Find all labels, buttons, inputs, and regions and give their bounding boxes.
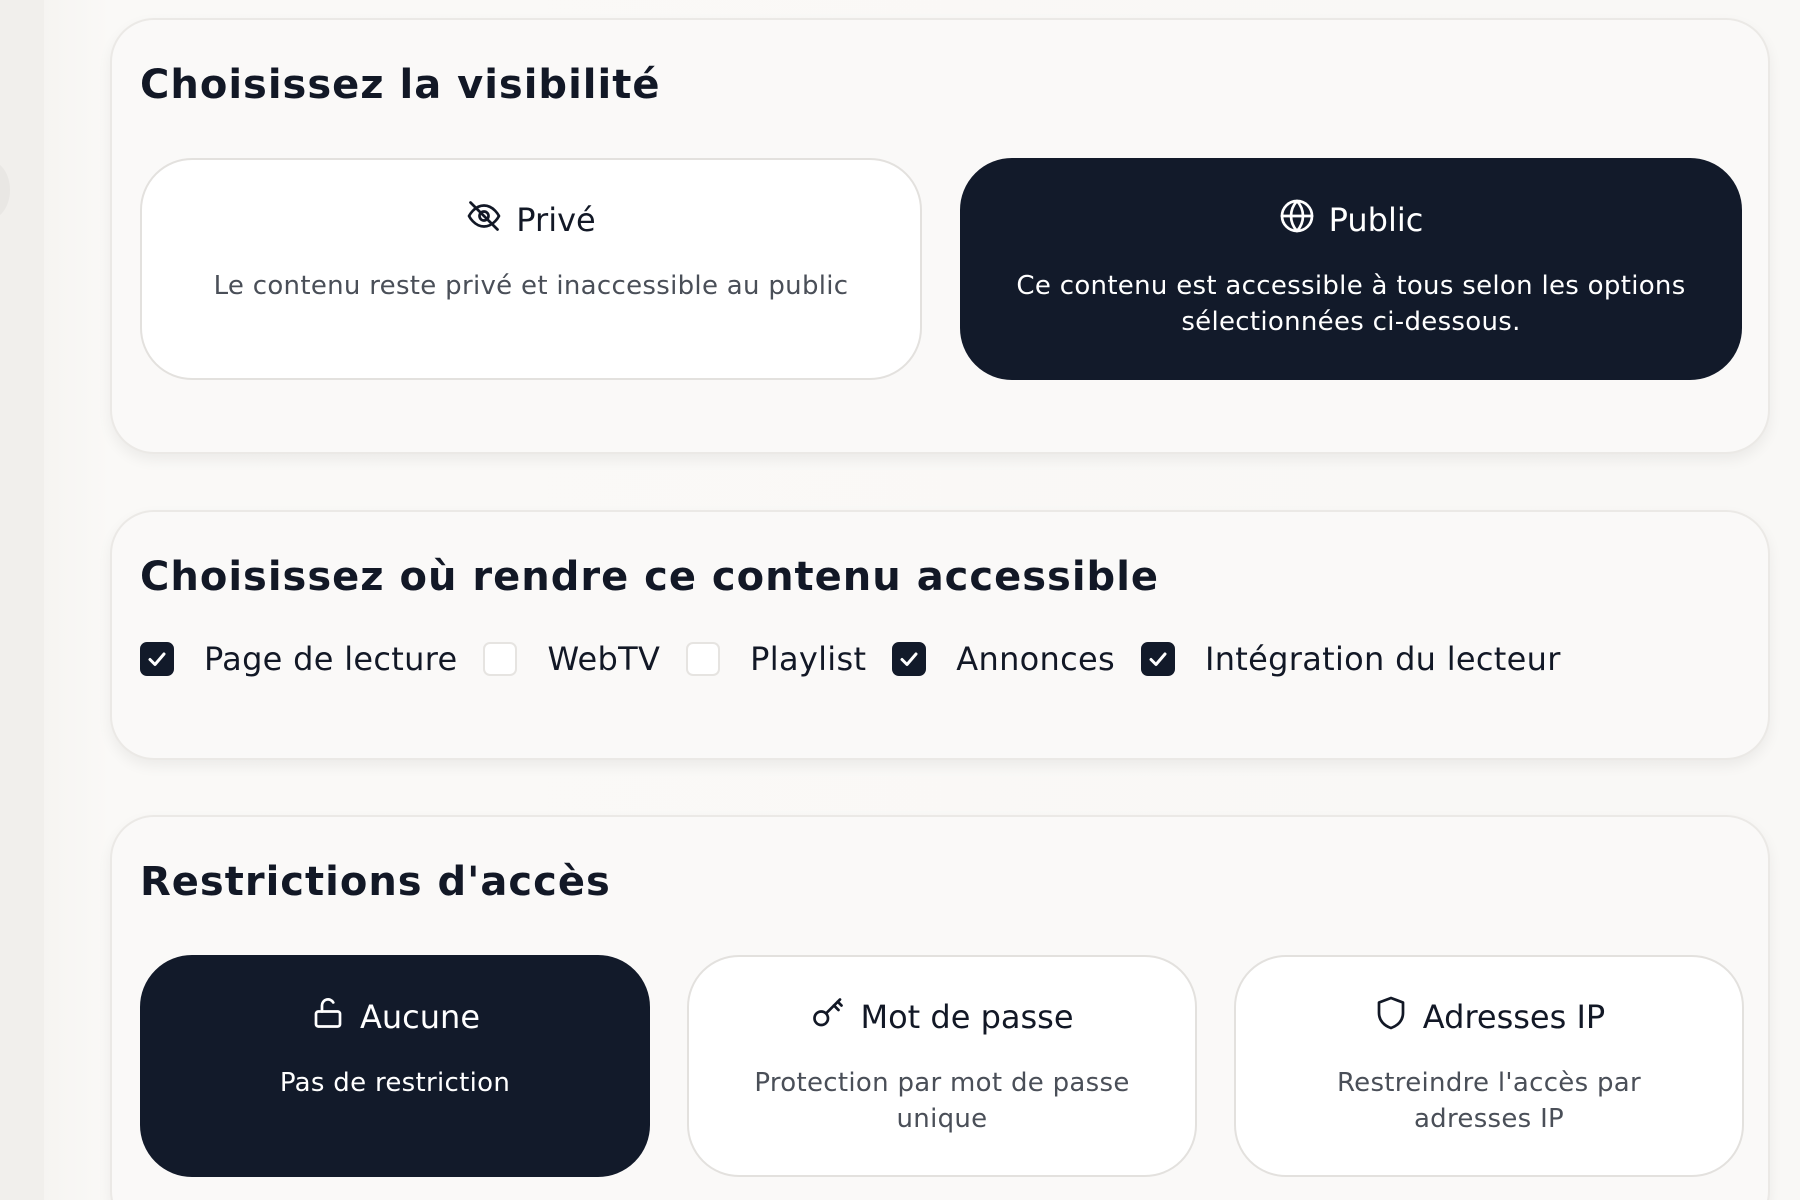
visibility-option-public-description: Ce contenu est accessible à tous selon l… — [1016, 271, 1686, 337]
visibility-option-private-head: Privé — [142, 198, 920, 242]
globe-icon — [1279, 198, 1315, 242]
checkbox-page-de-lecture[interactable] — [140, 642, 174, 676]
accessibility-card: Choisissez où rendre ce contenu accessib… — [110, 510, 1770, 760]
checkbox-item-integration-du-lecteur[interactable]: Intégration du lecteur — [1140, 640, 1561, 678]
eye-off-icon — [466, 198, 502, 242]
restriction-option-none[interactable]: Aucune Pas de restriction — [140, 955, 650, 1177]
visibility-option-public[interactable]: Public Ce contenu est accessible à tous … — [960, 158, 1742, 380]
visibility-option-private[interactable]: Privé Le contenu reste privé et inaccess… — [140, 158, 922, 380]
checkbox-integration-du-lecteur[interactable] — [1140, 642, 1175, 676]
check-icon — [1149, 652, 1167, 666]
check-icon — [900, 652, 918, 666]
visibility-option-private-label: Privé — [516, 201, 596, 239]
visibility-option-public-head: Public — [962, 198, 1740, 242]
checkbox-label: Page de lecture — [204, 640, 458, 678]
checkbox-item-annonces[interactable]: Annonces — [892, 640, 1115, 678]
accessibility-checkbox-row: Page de lecture WebTV Playlist Annonces — [140, 640, 1587, 678]
restriction-option-ip-label: Adresses IP — [1422, 998, 1606, 1036]
restriction-option-password-description: Protection par mot de passe unique — [754, 1068, 1130, 1134]
unlock-icon — [310, 995, 346, 1039]
visibility-option-private-description: Le contenu reste privé et inaccessible a… — [213, 271, 849, 301]
restriction-option-none-description: Pas de restriction — [279, 1068, 511, 1098]
accessibility-title: Choisissez où rendre ce contenu accessib… — [140, 554, 1160, 600]
restrictions-card: Restrictions d'accès Aucune Pas de restr… — [110, 815, 1770, 1200]
visibility-title: Choisissez la visibilité — [140, 62, 661, 108]
restriction-option-password-label: Mot de passe — [860, 998, 1074, 1036]
page: Choisissez la visibilité Privé Le conten… — [0, 0, 1800, 1200]
check-icon — [148, 652, 166, 666]
key-icon — [810, 995, 846, 1039]
restriction-option-password-head: Mot de passe — [689, 995, 1195, 1039]
checkbox-label: Intégration du lecteur — [1204, 640, 1561, 678]
checkbox-item-webtv[interactable]: WebTV — [483, 640, 660, 678]
checkbox-item-page-de-lecture[interactable]: Page de lecture — [140, 640, 457, 678]
checkbox-item-playlist[interactable]: Playlist — [686, 640, 866, 678]
checkbox-label: Playlist — [750, 640, 867, 678]
checkbox-webtv[interactable] — [483, 642, 518, 676]
checkbox-label: Annonces — [956, 640, 1115, 678]
restriction-option-none-head: Aucune — [142, 995, 648, 1039]
restriction-option-ip-description: Restreindre l'accès par adresses IP — [1336, 1068, 1642, 1134]
restriction-option-none-label: Aucune — [359, 998, 480, 1036]
checkbox-label: WebTV — [547, 640, 661, 678]
checkbox-annonces[interactable] — [892, 642, 927, 676]
restriction-option-password[interactable]: Mot de passe Protection par mot de passe… — [687, 955, 1197, 1177]
checkbox-playlist[interactable] — [686, 642, 721, 676]
visibility-option-public-label: Public — [1328, 201, 1424, 239]
restriction-option-ip[interactable]: Adresses IP Restreindre l'accès par adre… — [1234, 955, 1744, 1177]
shield-icon — [1373, 995, 1409, 1039]
restrictions-title: Restrictions d'accès — [140, 859, 611, 905]
visibility-card: Choisissez la visibilité Privé Le conten… — [110, 18, 1770, 454]
restriction-option-ip-head: Adresses IP — [1236, 995, 1742, 1039]
